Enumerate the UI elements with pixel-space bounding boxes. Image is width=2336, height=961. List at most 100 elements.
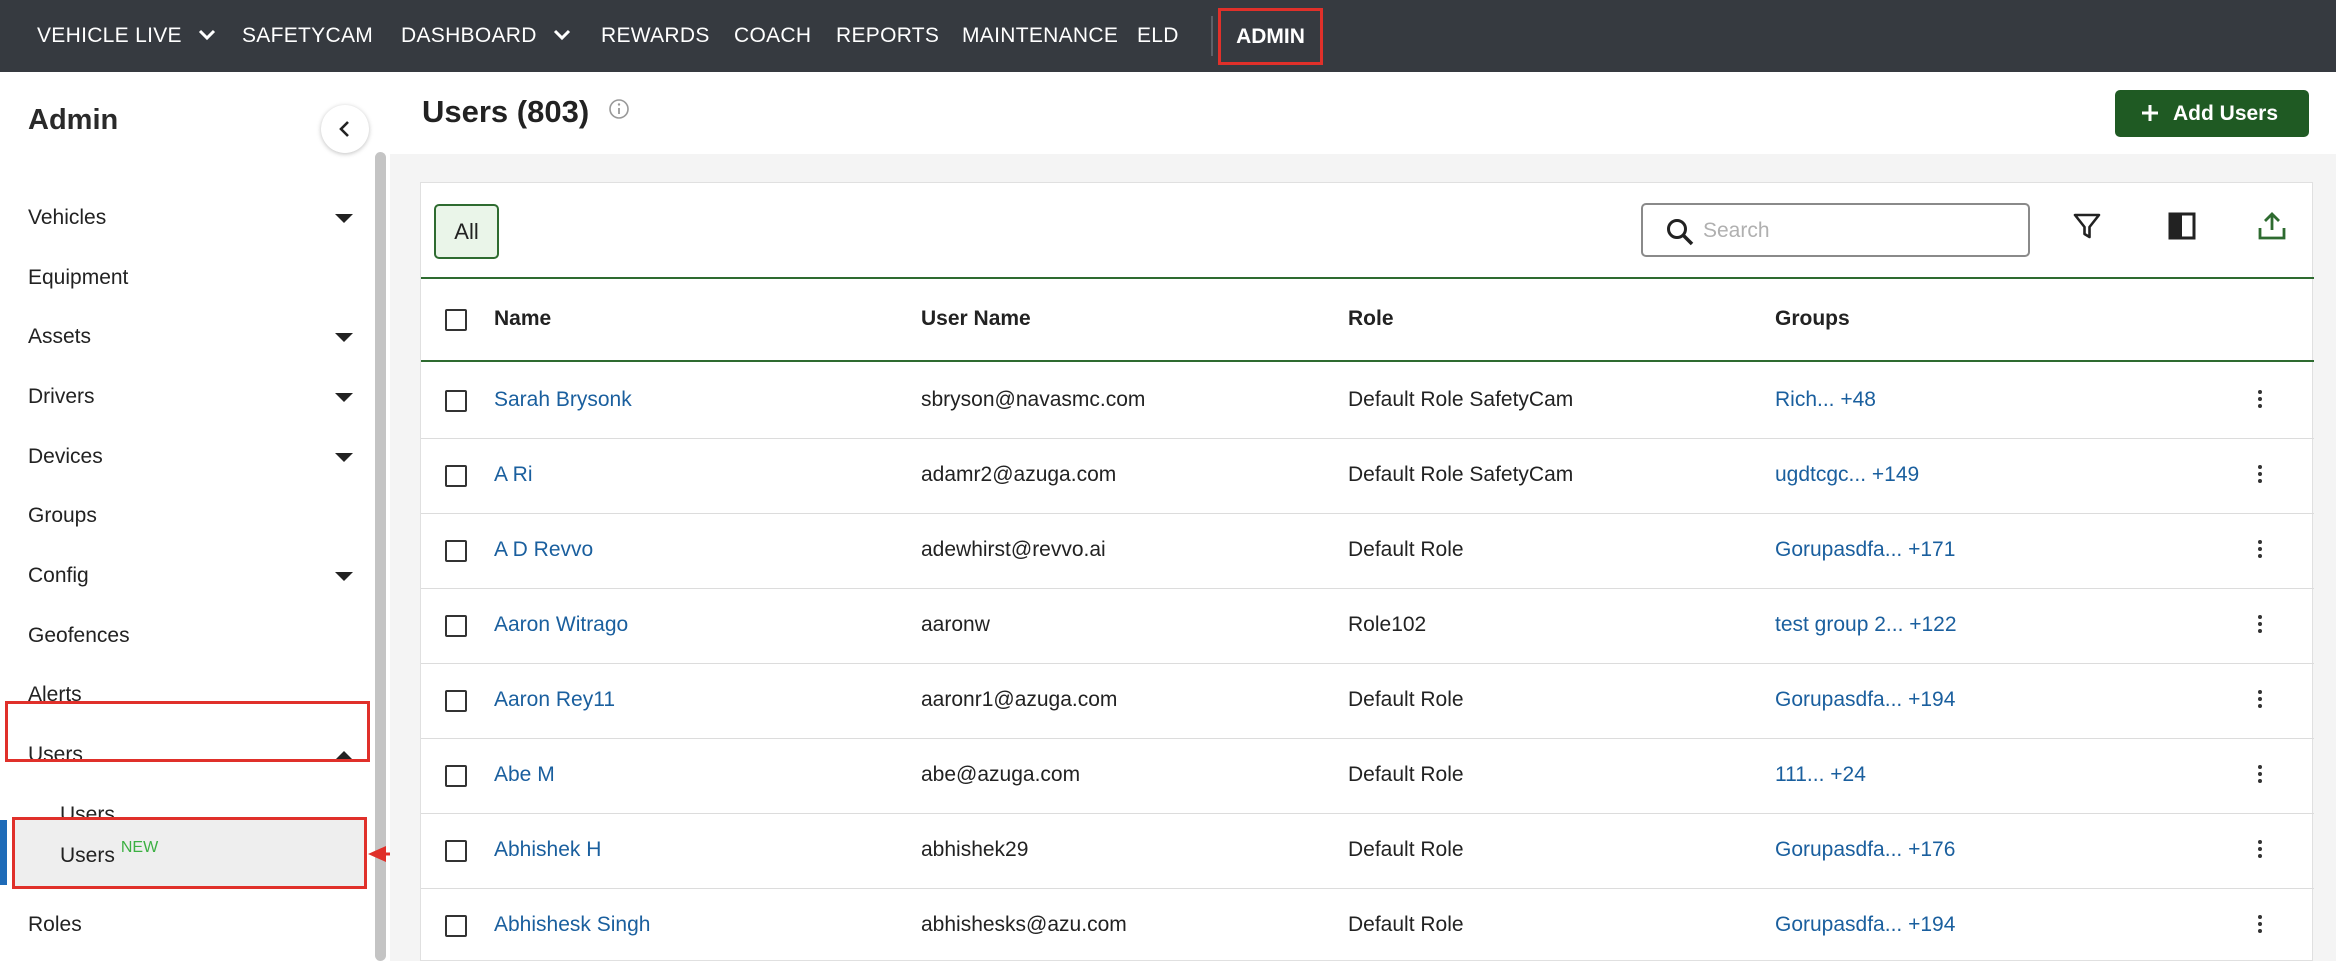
- table-row[interactable]: Abhishek H abhishek29 Default Role Gorupasd…: [421, 814, 2314, 889]
- groups-link[interactable]: Gorupasdfa... +194: [1775, 913, 1955, 937]
- sidebar-item-label: Devices: [28, 445, 103, 468]
- sidebar-item-devices[interactable]: Devices: [0, 433, 370, 483]
- caret-down-icon: [335, 453, 353, 462]
- column-header-role[interactable]: Role: [1348, 307, 1394, 331]
- add-users-button[interactable]: Add Users: [2115, 90, 2309, 137]
- page-header: Users (803) Add Users: [390, 72, 2336, 154]
- filter-icon[interactable]: [2072, 211, 2102, 241]
- username-cell: aaronw: [921, 613, 990, 636]
- nav-vehicle-live[interactable]: VEHICLE LIVE: [37, 0, 218, 72]
- row-checkbox[interactable]: [445, 690, 467, 712]
- sidebar-item-groups[interactable]: Groups: [0, 492, 370, 542]
- table-row[interactable]: Sarah Brysonk sbryson@navasmc.com Default …: [421, 364, 2314, 439]
- column-header-username[interactable]: User Name: [921, 307, 1031, 331]
- more-options-icon[interactable]: [2258, 390, 2262, 411]
- table-row[interactable]: Aaron Rey11 aaronr1@azuga.com Default Role…: [421, 664, 2314, 739]
- user-name-link[interactable]: A Ri: [494, 463, 533, 487]
- row-checkbox[interactable]: [445, 840, 467, 862]
- sidebar-item-drivers[interactable]: Drivers: [0, 373, 370, 423]
- more-options-icon[interactable]: [2258, 765, 2262, 786]
- filter-chip-all[interactable]: All: [434, 204, 499, 259]
- role-cell: Default Role: [1348, 688, 1464, 711]
- groups-link[interactable]: Rich... +48: [1775, 388, 1876, 412]
- role-cell: Default Role: [1348, 838, 1464, 861]
- add-users-label: Add Users: [2173, 102, 2279, 125]
- column-header-groups[interactable]: Groups: [1775, 307, 1850, 331]
- user-name-link[interactable]: Aaron Witrago: [494, 613, 628, 637]
- main-content: Users (803) Add Users All Search Name Us…: [390, 72, 2336, 961]
- sidebar: Admin Vehicles Equipment Assets Drivers …: [0, 72, 390, 961]
- column-header-name[interactable]: Name: [494, 307, 551, 331]
- table-row[interactable]: A Ri adamr2@azuga.com Default Role SafetyC…: [421, 439, 2314, 514]
- groups-link[interactable]: Gorupasdfa... +176: [1775, 838, 1955, 862]
- caret-down-icon: [335, 393, 353, 402]
- sidebar-item-roles[interactable]: Roles: [0, 901, 370, 951]
- more-options-icon[interactable]: [2258, 690, 2262, 711]
- user-name-link[interactable]: Abe M: [494, 763, 555, 787]
- user-name-link[interactable]: Aaron Rey11: [494, 688, 615, 712]
- search-icon: [1667, 219, 1694, 246]
- nav-dashboard[interactable]: DASHBOARD: [401, 0, 573, 72]
- search-input[interactable]: [1703, 215, 2013, 247]
- columns-icon[interactable]: [2167, 211, 2197, 241]
- nav-maintenance[interactable]: MAINTENANCE: [962, 0, 1118, 72]
- user-name-link[interactable]: Abhishesk Singh: [494, 913, 650, 937]
- role-cell: Role102: [1348, 613, 1427, 636]
- caret-down-icon: [335, 333, 353, 342]
- highlight-users-new: [12, 817, 367, 889]
- table-row[interactable]: A D Revvo adewhirst@revvo.ai Default Role G…: [421, 514, 2314, 589]
- nav-dashboard-label: DASHBOARD: [401, 24, 537, 47]
- row-checkbox[interactable]: [445, 390, 467, 412]
- sidebar-item-vehicles[interactable]: Vehicles: [0, 194, 370, 244]
- table-row[interactable]: Abhishesk Singh abhishesks@azu.com Default…: [421, 889, 2314, 961]
- plus-icon: [2142, 105, 2158, 121]
- row-checkbox[interactable]: [445, 615, 467, 637]
- nav-admin[interactable]: ADMIN: [1218, 8, 1323, 65]
- groups-link[interactable]: ugdtcgc... +149: [1775, 463, 1919, 487]
- user-name-link[interactable]: A D Revvo: [494, 538, 593, 562]
- select-all-checkbox[interactable]: [445, 309, 467, 331]
- nav-reports[interactable]: REPORTS: [836, 0, 939, 72]
- sidebar-item-equipment[interactable]: Equipment: [0, 254, 370, 304]
- username-cell: adewhirst@revvo.ai: [921, 538, 1106, 561]
- more-options-icon[interactable]: [2258, 540, 2262, 561]
- table-header: Name User Name Role Groups: [421, 279, 2314, 362]
- more-options-icon[interactable]: [2258, 465, 2262, 486]
- export-icon[interactable]: [2257, 211, 2287, 241]
- row-checkbox[interactable]: [445, 915, 467, 937]
- nav-eld[interactable]: ELD: [1137, 0, 1179, 72]
- groups-link[interactable]: 111... +24: [1775, 763, 1866, 787]
- row-checkbox[interactable]: [445, 765, 467, 787]
- sidebar-item-assets[interactable]: Assets: [0, 313, 370, 363]
- more-options-icon[interactable]: [2258, 840, 2262, 861]
- collapse-sidebar-button[interactable]: [321, 105, 369, 153]
- row-checkbox[interactable]: [445, 465, 467, 487]
- sidebar-scrollbar[interactable]: [375, 152, 386, 961]
- table-toolbar: All: [421, 183, 2314, 279]
- sidebar-item-label: Equipment: [28, 266, 129, 289]
- role-cell: Default Role: [1348, 763, 1464, 786]
- groups-link[interactable]: Gorupasdfa... +194: [1775, 688, 1955, 712]
- groups-link[interactable]: test group 2... +122: [1775, 613, 1957, 637]
- search-box[interactable]: [1641, 203, 2030, 257]
- nav-rewards[interactable]: REWARDS: [601, 0, 710, 72]
- highlight-users-group: [5, 701, 370, 762]
- more-options-icon[interactable]: [2258, 915, 2262, 936]
- nav-safetycam[interactable]: SAFETYCAM: [242, 0, 373, 72]
- sidebar-item-label: Groups: [28, 504, 97, 527]
- info-icon[interactable]: [608, 98, 630, 120]
- more-options-icon[interactable]: [2258, 615, 2262, 636]
- row-checkbox[interactable]: [445, 540, 467, 562]
- sidebar-item-geofences[interactable]: Geofences: [0, 612, 370, 662]
- username-cell: sbryson@navasmc.com: [921, 388, 1146, 411]
- table-row[interactable]: Aaron Witrago aaronw Role102 test group 2..…: [421, 589, 2314, 664]
- user-name-link[interactable]: Sarah Brysonk: [494, 388, 632, 412]
- nav-vehicle-live-label: VEHICLE LIVE: [37, 24, 182, 47]
- username-cell: adamr2@azuga.com: [921, 463, 1117, 486]
- nav-coach[interactable]: COACH: [734, 0, 811, 72]
- table-row[interactable]: Abe M abe@azuga.com Default Role 111... +24: [421, 739, 2314, 814]
- groups-link[interactable]: Gorupasdfa... +171: [1775, 538, 1955, 562]
- sidebar-item-config[interactable]: Config: [0, 552, 370, 602]
- role-cell: Default Role: [1348, 538, 1464, 561]
- user-name-link[interactable]: Abhishek H: [494, 838, 601, 862]
